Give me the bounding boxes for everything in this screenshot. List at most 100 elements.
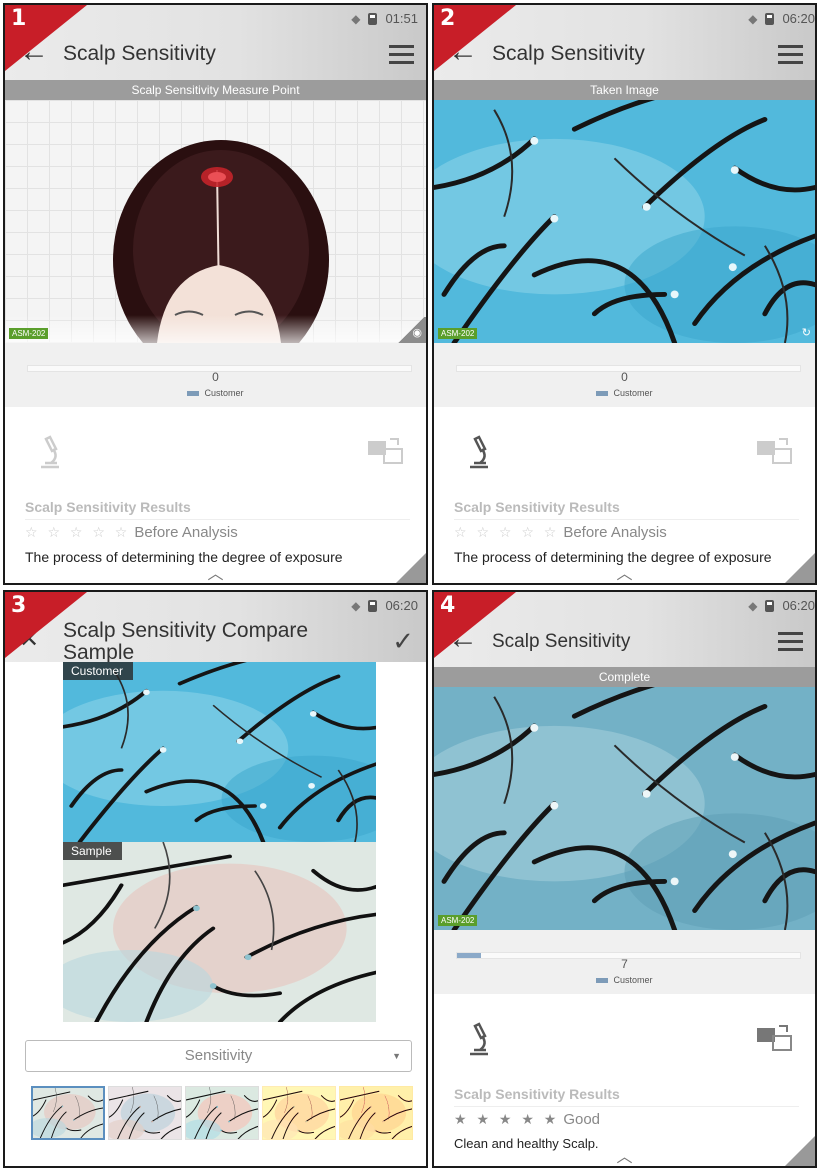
wifi-icon: ◆ — [351, 11, 361, 26]
sample-thumbnail[interactable] — [339, 1086, 413, 1140]
gauge-value: 7 — [621, 957, 628, 971]
step-number: 3 — [11, 593, 27, 618]
wifi-icon: ◆ — [748, 11, 758, 26]
status-time: 01:51 — [385, 11, 418, 26]
image-label: Complete — [434, 667, 815, 687]
compare-icon[interactable] — [368, 437, 404, 465]
status-time: 06:20 — [782, 598, 815, 613]
rotate-icon[interactable]: ↻ — [785, 317, 815, 343]
legend-label: Customer — [613, 388, 653, 398]
panel-step-4: 4 ◆ 06:20 ← Scalp Sensitivity Complete A… — [432, 590, 817, 1168]
star-rating: ☆ ☆ ☆ ☆ ☆ — [25, 524, 131, 540]
results-section: Scalp Sensitivity Results ☆ ☆ ☆ ☆ ☆ Befor… — [25, 499, 410, 565]
gauge-legend: Customer — [434, 388, 815, 398]
star-rating: ★ ★ ★ ★ ★ — [454, 1111, 560, 1127]
gauge-value: 0 — [212, 370, 219, 384]
chevron-up-icon[interactable]: ︿ — [207, 567, 223, 583]
status-bar: ◆ 06:20 — [748, 598, 815, 613]
legend-label: Customer — [613, 975, 653, 985]
rating-row: ★ ★ ★ ★ ★ Good — [454, 1111, 799, 1128]
page-title: Scalp Sensitivity Compare Sample — [63, 619, 309, 665]
device-tag: ASM-202 — [9, 328, 49, 339]
taken-scalp-image: ASM-202 ↻ — [434, 100, 815, 343]
rating-row: ☆ ☆ ☆ ☆ ☆ Before Analysis — [454, 524, 799, 541]
menu-icon[interactable] — [389, 45, 414, 64]
status-bar: ◆ 01:51 — [351, 11, 418, 26]
gauge-value: 0 — [621, 370, 628, 384]
results-description: The process of determining the degree of… — [25, 549, 343, 565]
results-section: Scalp Sensitivity Results ☆ ☆ ☆ ☆ ☆ Befor… — [454, 499, 799, 565]
star-rating: ☆ ☆ ☆ ☆ ☆ — [454, 524, 560, 540]
wifi-icon: ◆ — [351, 598, 361, 613]
status-bar: ◆ 06:20 — [351, 598, 418, 613]
microscope-icon[interactable] — [466, 1022, 490, 1056]
sample-thumbnail[interactable] — [262, 1086, 336, 1140]
image-label: Scalp Sensitivity Measure Point — [5, 80, 426, 100]
microscope-icon[interactable] — [37, 435, 61, 469]
sample-type-select[interactable]: Sensitivity ▼ — [25, 1040, 412, 1072]
rating-text: Before Analysis — [563, 524, 667, 541]
sensitivity-gauge: 0 Customer — [5, 343, 426, 407]
check-icon[interactable]: ✓ — [392, 626, 414, 657]
compare-icon[interactable] — [757, 1024, 793, 1052]
menu-icon[interactable] — [778, 45, 803, 64]
rating-row: ☆ ☆ ☆ ☆ ☆ Before Analysis — [25, 524, 410, 541]
device-tag: ASM-202 — [438, 328, 478, 339]
sample-thumbnails — [31, 1086, 413, 1140]
results-section: Scalp Sensitivity Results ★ ★ ★ ★ ★ Good … — [454, 1086, 799, 1151]
menu-icon[interactable] — [778, 632, 803, 651]
compare-icon[interactable] — [757, 437, 793, 465]
panel-step-2: 2 ◆ 06:20 ← Scalp Sensitivity Taken Imag… — [432, 3, 817, 585]
sensitivity-gauge: 7 Customer — [434, 930, 815, 994]
panel-step-3: 3 ◆ 06:20 ✕ Scalp Sensitivity Compare Sa… — [3, 590, 428, 1168]
rating-text: Good — [563, 1111, 601, 1128]
status-bar: ◆ 06:20 — [748, 11, 815, 26]
gauge-legend: Customer — [434, 975, 815, 985]
dropdown-arrow-icon: ▼ — [392, 1051, 401, 1061]
sample-label: Sample — [63, 842, 122, 860]
rating-text: Before Analysis — [134, 524, 238, 541]
legend-label: Customer — [204, 388, 244, 398]
results-title: Scalp Sensitivity Results — [454, 1086, 799, 1107]
customer-label: Customer — [63, 662, 134, 680]
camera-icon[interactable]: ◉ — [396, 317, 426, 343]
legend-swatch — [596, 978, 609, 984]
gauge-legend: Customer — [5, 388, 426, 398]
image-label: Taken Image — [434, 80, 815, 100]
sample-image: Sample — [63, 842, 376, 1022]
sample-thumbnail[interactable] — [31, 1086, 105, 1140]
battery-icon — [765, 599, 775, 612]
sample-thumbnail[interactable] — [108, 1086, 182, 1140]
microscope-icon[interactable] — [466, 435, 490, 469]
results-description: The process of determining the degree of… — [454, 549, 772, 565]
chevron-up-icon[interactable]: ︿ — [616, 1150, 632, 1166]
status-time: 06:20 — [782, 11, 815, 26]
legend-swatch — [596, 391, 609, 397]
wifi-icon: ◆ — [748, 598, 758, 613]
tool-row — [5, 407, 426, 499]
battery-icon — [765, 12, 775, 25]
results-title: Scalp Sensitivity Results — [25, 499, 410, 520]
chart-corner-icon[interactable] — [785, 553, 815, 583]
step-number: 1 — [11, 6, 27, 31]
step-number: 4 — [440, 593, 456, 618]
chart-corner-icon[interactable] — [396, 553, 426, 583]
tool-row — [434, 994, 815, 1086]
results-title: Scalp Sensitivity Results — [454, 499, 799, 520]
tool-row — [434, 407, 815, 499]
battery-icon — [368, 599, 378, 612]
step-number: 2 — [440, 6, 456, 31]
customer-image: Customer — [63, 662, 376, 842]
legend-swatch — [187, 391, 200, 397]
sensitivity-gauge: 0 Customer — [434, 343, 815, 407]
battery-icon — [368, 12, 378, 25]
select-value: Sensitivity — [184, 1047, 253, 1064]
device-tag: ASM-202 — [438, 915, 478, 926]
status-time: 06:20 — [385, 598, 418, 613]
chevron-up-icon[interactable]: ︿ — [616, 567, 632, 583]
chart-corner-icon[interactable] — [785, 1136, 815, 1166]
sample-thumbnail[interactable] — [185, 1086, 259, 1140]
panel-step-1: 1 ◆ 01:51 ← Scalp Sensitivity Scalp Sens… — [3, 3, 428, 585]
result-scalp-image: ASM-202 — [434, 687, 815, 930]
measure-point-image: ASM-202 ◉ — [5, 100, 426, 343]
